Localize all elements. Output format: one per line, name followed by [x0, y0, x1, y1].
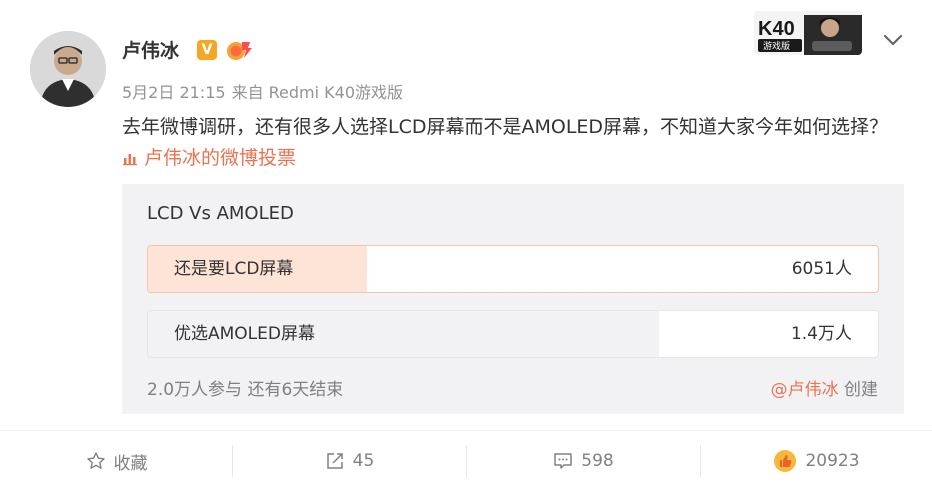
vip-medal-icon — [224, 38, 254, 62]
poll-creator-handle[interactable]: @卢伟冰 — [771, 380, 839, 400]
verified-badge-icon: V — [197, 40, 217, 60]
thumbs-up-icon — [774, 450, 797, 472]
poll-link-label[interactable]: 卢伟冰的微博投票 — [144, 147, 296, 169]
author-avatar[interactable] — [30, 31, 106, 107]
poll-option-lcd[interactable]: 还是要LCD屏幕 6051人 — [147, 245, 879, 293]
repost-icon — [326, 453, 343, 469]
poll-link[interactable]: 卢伟冰的微博投票 — [122, 147, 296, 169]
poll-creator-suffix: 创建 — [844, 380, 878, 400]
poll-option-label: 还是要LCD屏幕 — [174, 259, 294, 279]
promo-title: K40 — [758, 18, 795, 40]
post-body: 去年微博调研，还有很多人选择LCD屏幕而不是AMOLED屏幕，不知道大家今年如何… — [122, 112, 902, 176]
poll-footer: 2.0万人参与 还有6天结束 — [147, 380, 344, 400]
promo-subtitle: 游戏版 — [763, 40, 790, 52]
chevron-down-icon[interactable] — [880, 30, 906, 50]
poll-title: LCD Vs AMOLED — [147, 203, 294, 224]
repost-count: 45 — [352, 451, 375, 471]
repost-button[interactable]: 45 — [233, 431, 466, 491]
post-meta: 5月2日 21:15 来自 Redmi K40游戏版 — [122, 79, 409, 103]
poll-option-count: 6051人 — [791, 259, 852, 279]
action-toolbar: 收藏 45 598 20923 — [0, 431, 932, 491]
poll-option-amoled[interactable]: 优选AMOLED屏幕 1.4万人 — [147, 310, 879, 358]
comment-button[interactable]: 598 — [467, 431, 700, 491]
poll-option-count: 1.4万人 — [790, 324, 852, 344]
favorite-label: 收藏 — [113, 453, 148, 474]
post-text: 去年微博调研，还有很多人选择LCD屏幕而不是AMOLED屏幕，不知道大家今年如何… — [122, 116, 889, 138]
post-time[interactable]: 5月2日 21:15 — [122, 83, 226, 102]
author-name[interactable]: 卢伟冰 — [122, 36, 179, 63]
favorite-button[interactable]: 收藏 — [0, 431, 233, 491]
k40-promo-image[interactable]: K40 游戏版 — [754, 11, 862, 55]
like-count: 20923 — [805, 451, 860, 471]
star-icon — [86, 452, 105, 469]
comment-count: 598 — [581, 451, 614, 471]
comment-icon — [554, 453, 573, 469]
like-button[interactable]: 20923 — [701, 431, 932, 491]
poll-creator: @卢伟冰 创建 — [771, 375, 878, 400]
post-source[interactable]: 来自 Redmi K40游戏版 — [232, 83, 403, 102]
poll-chart-icon — [122, 145, 138, 176]
poll-option-label: 优选AMOLED屏幕 — [174, 324, 315, 344]
